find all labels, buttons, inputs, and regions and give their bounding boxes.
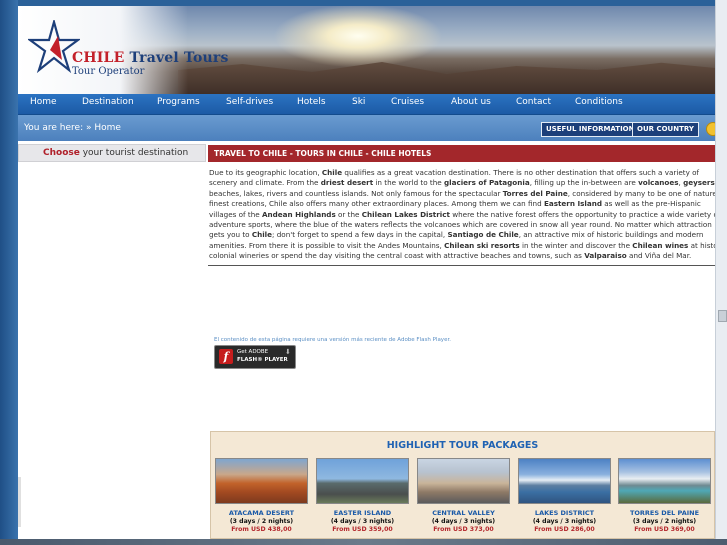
left-background-strip xyxy=(0,0,18,545)
download-arrow-icon: ⬇ xyxy=(285,348,291,356)
package-duration: (4 days / 3 nights) xyxy=(532,518,597,525)
central-valley-photo[interactable] xyxy=(417,458,510,504)
packages-title: HIGHLIGHT TOUR PACKAGES xyxy=(386,440,539,451)
package-duration: (4 days / 3 nights) xyxy=(330,518,395,525)
main-navigation: Home Destination Programs Self-drives Ho… xyxy=(18,94,715,115)
intro-paragraph: Due to its geographic location, Chile qu… xyxy=(209,168,715,261)
nav-item-self-drives[interactable]: Self-drives xyxy=(226,97,273,107)
package-price: From USD 373,00 xyxy=(433,526,494,533)
choose-label-bold: Choose xyxy=(43,148,80,158)
useful-information-button[interactable]: USEFUL INFORMATION xyxy=(541,122,640,137)
scrollbar-grip-icon[interactable] xyxy=(718,310,727,322)
torres-del-paine-photo[interactable] xyxy=(618,458,711,504)
bottom-background-strip xyxy=(0,539,727,545)
site-logo[interactable]: CHILE Travel Tours xyxy=(72,50,229,66)
vertical-scrollbar[interactable] xyxy=(715,0,727,545)
breadcrumb-separator: » xyxy=(85,123,92,133)
intro-divider xyxy=(208,265,715,266)
package-name[interactable]: LAKES DISTRICT xyxy=(518,509,611,517)
sidebar-divider xyxy=(18,477,21,527)
nav-item-hotels[interactable]: Hotels xyxy=(297,97,326,107)
package-card-torres-del-paine[interactable]: TORRES DEL PAINE (3 days / 2 nights) Fro… xyxy=(618,458,711,533)
logo-brand-red: CHILE xyxy=(72,50,125,66)
package-price: From USD 286,00 xyxy=(534,526,595,533)
get-flash-player-button[interactable]: f Get ADOBE FLASH® PLAYER ⬇ xyxy=(214,345,296,369)
page-title: TRAVEL TO CHILE - TOURS IN CHILE - CHILE… xyxy=(214,149,432,158)
package-card-easter-island[interactable]: EASTER ISLAND (4 days / 3 nights) From U… xyxy=(316,458,409,533)
package-duration: (4 days / 3 nights) xyxy=(431,518,496,525)
package-name[interactable]: CENTRAL VALLEY xyxy=(417,509,510,517)
nav-item-programs[interactable]: Programs xyxy=(157,97,200,107)
flash-get-label: Get ADOBE xyxy=(237,349,269,355)
nav-item-cruises[interactable]: Cruises xyxy=(391,97,424,107)
choose-label-rest: your tourist destination xyxy=(79,148,189,158)
site-header: CHILE Travel Tours Tour Operator xyxy=(18,6,715,94)
package-card-central-valley[interactable]: CENTRAL VALLEY (4 days / 3 nights) From … xyxy=(417,458,510,533)
our-country-button[interactable]: OUR COUNTRY xyxy=(632,122,699,137)
package-name[interactable]: ATACAMA DESERT xyxy=(215,509,308,517)
breadcrumb: You are here: » Home xyxy=(24,123,121,133)
nav-item-ski[interactable]: Ski xyxy=(352,97,365,107)
main-heading-bar: TRAVEL TO CHILE - TOURS IN CHILE - CHILE… xyxy=(208,145,715,162)
flash-required-note: El contenido de esta página requiere una… xyxy=(214,337,451,343)
package-duration: (3 days / 2 nights) xyxy=(632,518,697,525)
destination-sidebar xyxy=(18,163,206,545)
package-duration: (3 days / 2 nights) xyxy=(229,518,294,525)
atacama-photo[interactable] xyxy=(215,458,308,504)
package-card-lakes-district[interactable]: LAKES DISTRICT (4 days / 3 nights) From … xyxy=(518,458,611,533)
destination-chooser-header: Choose your tourist destination xyxy=(18,144,206,162)
nav-item-conditions[interactable]: Conditions xyxy=(575,97,623,107)
nav-item-contact[interactable]: Contact xyxy=(516,97,551,107)
flash-logo-icon: f xyxy=(219,349,233,364)
package-card-atacama[interactable]: ATACAMA DESERT (3 days / 2 nights) From … xyxy=(215,458,308,533)
package-name[interactable]: TORRES DEL PAINE xyxy=(618,509,711,517)
logo-tagline: Tour Operator xyxy=(72,66,145,77)
page-container: CHILE Travel Tours Tour Operator Home De… xyxy=(18,6,715,545)
nav-item-home[interactable]: Home xyxy=(30,97,57,107)
nav-item-about-us[interactable]: About us xyxy=(451,97,491,107)
breadcrumb-bar: You are here: » Home USEFUL INFORMATION … xyxy=(18,115,715,141)
nav-item-destination[interactable]: Destination xyxy=(82,97,134,107)
breadcrumb-prefix: You are here: xyxy=(24,123,84,133)
package-price: From USD 369,00 xyxy=(634,526,695,533)
logo-brand-rest: Travel Tours xyxy=(129,50,229,66)
breadcrumb-current[interactable]: Home xyxy=(94,123,121,133)
smiley-icon[interactable] xyxy=(706,122,715,136)
package-price: From USD 359,00 xyxy=(332,526,393,533)
flash-player-label: FLASH® PLAYER xyxy=(237,357,288,363)
header-landscape xyxy=(178,62,715,94)
package-name[interactable]: EASTER ISLAND xyxy=(316,509,409,517)
highlight-packages-section: HIGHLIGHT TOUR PACKAGES ATACAMA DESERT (… xyxy=(210,431,715,539)
easter-island-photo[interactable] xyxy=(316,458,409,504)
package-price: From USD 438,00 xyxy=(231,526,292,533)
lakes-district-photo[interactable] xyxy=(518,458,611,504)
